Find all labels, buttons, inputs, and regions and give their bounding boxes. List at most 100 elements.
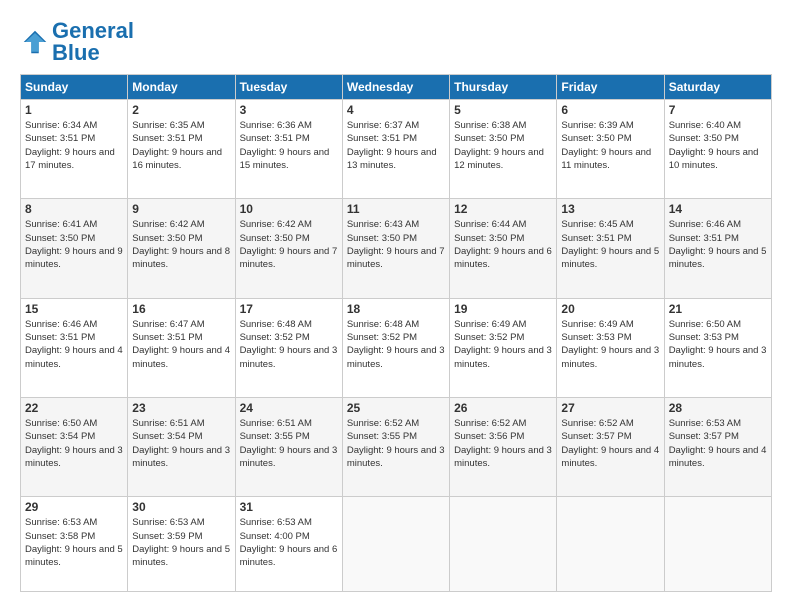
day-number: 12 xyxy=(454,202,552,216)
day-info: Sunrise: 6:40 AMSunset: 3:50 PMDaylight:… xyxy=(669,119,767,172)
day-number: 9 xyxy=(132,202,230,216)
day-number: 14 xyxy=(669,202,767,216)
day-info: Sunrise: 6:51 AMSunset: 3:55 PMDaylight:… xyxy=(240,417,338,470)
day-info: Sunrise: 6:42 AMSunset: 3:50 PMDaylight:… xyxy=(240,218,338,271)
col-tuesday: Tuesday xyxy=(235,75,342,100)
day-number: 10 xyxy=(240,202,338,216)
day-info: Sunrise: 6:46 AMSunset: 3:51 PMDaylight:… xyxy=(25,318,123,371)
calendar-cell: 11 Sunrise: 6:43 AMSunset: 3:50 PMDayligh… xyxy=(342,199,449,298)
day-number: 16 xyxy=(132,302,230,316)
day-info: Sunrise: 6:53 AMSunset: 3:59 PMDaylight:… xyxy=(132,516,230,569)
day-number: 20 xyxy=(561,302,659,316)
calendar-page: General Blue Sunday Monday Tuesday Wedne… xyxy=(0,0,792,612)
day-info: Sunrise: 6:45 AMSunset: 3:51 PMDaylight:… xyxy=(561,218,659,271)
col-wednesday: Wednesday xyxy=(342,75,449,100)
day-info: Sunrise: 6:52 AMSunset: 3:56 PMDaylight:… xyxy=(454,417,552,470)
day-number: 27 xyxy=(561,401,659,415)
calendar-cell: 10 Sunrise: 6:42 AMSunset: 3:50 PMDayligh… xyxy=(235,199,342,298)
day-number: 28 xyxy=(669,401,767,415)
logo-icon xyxy=(20,27,50,57)
day-header-row: Sunday Monday Tuesday Wednesday Thursday… xyxy=(21,75,772,100)
day-number: 17 xyxy=(240,302,338,316)
day-info: Sunrise: 6:43 AMSunset: 3:50 PMDaylight:… xyxy=(347,218,445,271)
day-info: Sunrise: 6:50 AMSunset: 3:54 PMDaylight:… xyxy=(25,417,123,470)
calendar-cell: 14 Sunrise: 6:46 AMSunset: 3:51 PMDayligh… xyxy=(664,199,771,298)
calendar-cell: 5Sunrise: 6:38 AMSunset: 3:50 PMDaylight… xyxy=(450,100,557,199)
day-info: Sunrise: 6:36 AMSunset: 3:51 PMDaylight:… xyxy=(240,119,338,172)
calendar-cell: 27 Sunrise: 6:52 AMSunset: 3:57 PMDayligh… xyxy=(557,398,664,497)
day-info: Sunrise: 6:47 AMSunset: 3:51 PMDaylight:… xyxy=(132,318,230,371)
day-number: 11 xyxy=(347,202,445,216)
calendar-cell xyxy=(450,497,557,592)
calendar-cell: 4 Sunrise: 6:37 AMSunset: 3:51 PMDaylight… xyxy=(342,100,449,199)
day-number: 5 xyxy=(454,103,552,117)
calendar-cell: 2 Sunrise: 6:35 AMSunset: 3:51 PMDaylight… xyxy=(128,100,235,199)
calendar-cell: 9 Sunrise: 6:42 AMSunset: 3:50 PMDaylight… xyxy=(128,199,235,298)
day-number: 25 xyxy=(347,401,445,415)
day-info: Sunrise: 6:49 AMSunset: 3:52 PMDaylight:… xyxy=(454,318,552,371)
day-number: 7 xyxy=(669,103,767,117)
col-friday: Friday xyxy=(557,75,664,100)
calendar-cell: 31Sunrise: 6:53 AMSunset: 4:00 PMDayligh… xyxy=(235,497,342,592)
logo-text: General Blue xyxy=(52,20,134,64)
calendar-cell: 30 Sunrise: 6:53 AMSunset: 3:59 PMDayligh… xyxy=(128,497,235,592)
day-number: 13 xyxy=(561,202,659,216)
day-number: 4 xyxy=(347,103,445,117)
day-number: 21 xyxy=(669,302,767,316)
day-number: 30 xyxy=(132,500,230,514)
calendar-cell: 8 Sunrise: 6:41 AMSunset: 3:50 PMDaylight… xyxy=(21,199,128,298)
day-number: 19 xyxy=(454,302,552,316)
calendar-cell: 7 Sunrise: 6:40 AMSunset: 3:50 PMDaylight… xyxy=(664,100,771,199)
day-info: Sunrise: 6:48 AMSunset: 3:52 PMDaylight:… xyxy=(347,318,445,371)
calendar-cell: 26 Sunrise: 6:52 AMSunset: 3:56 PMDayligh… xyxy=(450,398,557,497)
day-info: Sunrise: 6:37 AMSunset: 3:51 PMDaylight:… xyxy=(347,119,445,172)
day-number: 2 xyxy=(132,103,230,117)
day-number: 29 xyxy=(25,500,123,514)
header: General Blue xyxy=(20,20,772,64)
calendar-cell: 19 Sunrise: 6:49 AMSunset: 3:52 PMDayligh… xyxy=(450,298,557,397)
day-number: 18 xyxy=(347,302,445,316)
day-info: Sunrise: 6:41 AMSunset: 3:50 PMDaylight:… xyxy=(25,218,123,271)
calendar-cell: 23 Sunrise: 6:51 AMSunset: 3:54 PMDayligh… xyxy=(128,398,235,497)
calendar-cell xyxy=(664,497,771,592)
day-info: Sunrise: 6:46 AMSunset: 3:51 PMDaylight:… xyxy=(669,218,767,271)
col-monday: Monday xyxy=(128,75,235,100)
day-number: 22 xyxy=(25,401,123,415)
col-saturday: Saturday xyxy=(664,75,771,100)
calendar-cell: 3 Sunrise: 6:36 AMSunset: 3:51 PMDaylight… xyxy=(235,100,342,199)
day-info: Sunrise: 6:49 AMSunset: 3:53 PMDaylight:… xyxy=(561,318,659,371)
day-number: 1 xyxy=(25,103,123,117)
day-number: 23 xyxy=(132,401,230,415)
day-number: 31 xyxy=(240,500,338,514)
calendar-cell: 20 Sunrise: 6:49 AMSunset: 3:53 PMDayligh… xyxy=(557,298,664,397)
day-number: 24 xyxy=(240,401,338,415)
day-number: 8 xyxy=(25,202,123,216)
col-sunday: Sunday xyxy=(21,75,128,100)
day-number: 15 xyxy=(25,302,123,316)
calendar-cell xyxy=(557,497,664,592)
calendar-cell: 28Sunrise: 6:53 AMSunset: 3:57 PMDayligh… xyxy=(664,398,771,497)
calendar-cell: 13 Sunrise: 6:45 AMSunset: 3:51 PMDayligh… xyxy=(557,199,664,298)
day-number: 3 xyxy=(240,103,338,117)
day-info: Sunrise: 6:44 AMSunset: 3:50 PMDaylight:… xyxy=(454,218,552,271)
calendar-table: Sunday Monday Tuesday Wednesday Thursday… xyxy=(20,74,772,592)
calendar-cell: 1 Sunrise: 6:34 AMSunset: 3:51 PMDaylight… xyxy=(21,100,128,199)
day-info: Sunrise: 6:51 AMSunset: 3:54 PMDaylight:… xyxy=(132,417,230,470)
calendar-cell: 6 Sunrise: 6:39 AMSunset: 3:50 PMDaylight… xyxy=(557,100,664,199)
day-info: Sunrise: 6:34 AMSunset: 3:51 PMDaylight:… xyxy=(25,119,123,172)
calendar-cell: 12 Sunrise: 6:44 AMSunset: 3:50 PMDayligh… xyxy=(450,199,557,298)
day-number: 26 xyxy=(454,401,552,415)
calendar-cell: 18 Sunrise: 6:48 AMSunset: 3:52 PMDayligh… xyxy=(342,298,449,397)
day-info: Sunrise: 6:35 AMSunset: 3:51 PMDaylight:… xyxy=(132,119,230,172)
calendar-cell: 24 Sunrise: 6:51 AMSunset: 3:55 PMDayligh… xyxy=(235,398,342,497)
day-info: Sunrise: 6:42 AMSunset: 3:50 PMDaylight:… xyxy=(132,218,230,271)
calendar-cell xyxy=(342,497,449,592)
logo: General Blue xyxy=(20,20,134,64)
day-info: Sunrise: 6:39 AMSunset: 3:50 PMDaylight:… xyxy=(561,119,659,172)
logo-blue: Blue xyxy=(52,40,100,65)
day-info: Sunrise: 6:52 AMSunset: 3:57 PMDaylight:… xyxy=(561,417,659,470)
day-number: 6 xyxy=(561,103,659,117)
calendar-cell: 16 Sunrise: 6:47 AMSunset: 3:51 PMDayligh… xyxy=(128,298,235,397)
day-info: Sunrise: 6:50 AMSunset: 3:53 PMDaylight:… xyxy=(669,318,767,371)
calendar-cell: 15 Sunrise: 6:46 AMSunset: 3:51 PMDayligh… xyxy=(21,298,128,397)
